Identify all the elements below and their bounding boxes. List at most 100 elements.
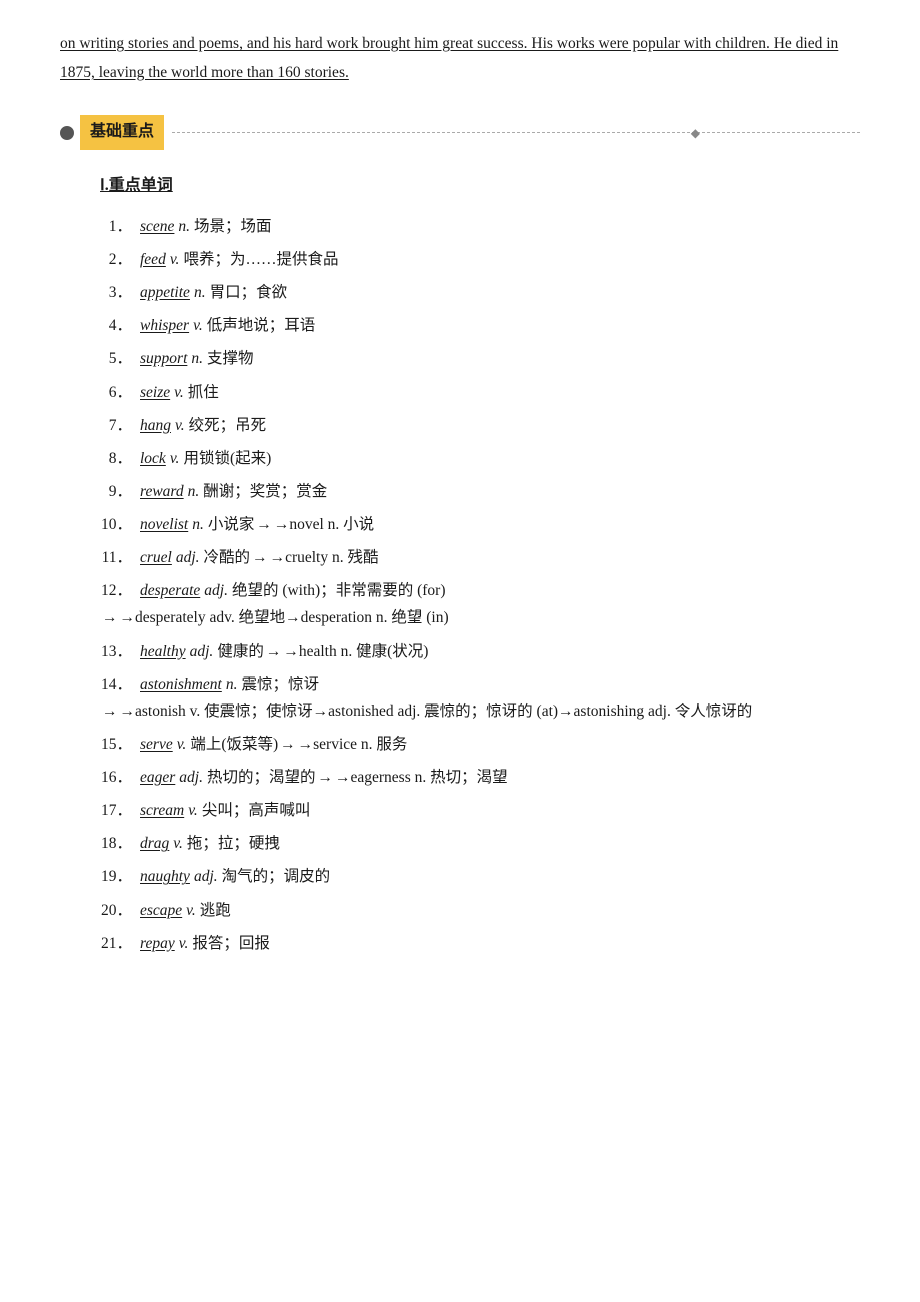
vocab-list: 1． scene n. 场景；场面 2． feed v. 喂养；为……提供食品 3．… <box>100 213 860 957</box>
vocab-num: 6． <box>100 379 132 406</box>
vocab-def: 喂养；为……提供食品 <box>183 246 338 273</box>
vocab-pos: v. <box>170 445 180 472</box>
vocab-pos: n. <box>188 478 200 505</box>
vocab-word: scream <box>140 797 184 824</box>
vocab-word: seize <box>140 379 170 406</box>
vocab-num: 5． <box>100 345 132 372</box>
vocab-item: 14． astonishment n. 震惊；惊讶 →→astonish v. … <box>100 671 860 725</box>
vocab-def: 抓住 <box>188 379 219 406</box>
vocab-word: serve <box>140 731 173 758</box>
vocab-item: 6． seize v. 抓住 <box>100 379 860 406</box>
vocab-extra: →novel n. 小说 <box>274 511 374 538</box>
vocab-num: 1． <box>100 213 132 240</box>
vocab-def: 拖；拉；硬拽 <box>187 830 280 857</box>
vocab-pos: adj. <box>194 863 218 890</box>
vocab-item: 19． naughty adj. 淘气的；调皮的 <box>100 863 860 890</box>
vocab-num: 3． <box>100 279 132 306</box>
vocab-num: 12． <box>100 577 132 604</box>
vocab-item: 3． appetite n. 胃口；食欲 <box>100 279 860 306</box>
vocab-pos: adj. <box>179 764 203 791</box>
vocab-item: 20． escape v. 逃跑 <box>100 897 860 924</box>
vocab-word: lock <box>140 445 166 472</box>
vocab-pos: v. <box>170 246 180 273</box>
vocab-pos: v. <box>174 379 184 406</box>
vocab-pos: v. <box>177 731 187 758</box>
vocab-num: 20． <box>100 897 132 924</box>
arrow-icon: → <box>318 764 334 791</box>
vocab-item: 8． lock v. 用锁锁(起来) <box>100 445 860 472</box>
vocab-item: 15． serve v. 端上(饭菜等)→→service n. 服务 <box>100 731 860 758</box>
vocab-pos: v. <box>179 930 189 957</box>
vocab-pos: v. <box>173 830 183 857</box>
vocab-num: 16． <box>100 764 132 791</box>
vocab-pos: adj. <box>190 638 214 665</box>
vocab-def: 低声地说；耳语 <box>207 312 316 339</box>
vocab-word: hang <box>140 412 171 439</box>
vocab-extra: →eagerness n. 热切；渴望 <box>335 764 508 791</box>
vocab-pos: n. <box>192 511 204 538</box>
vocab-word: escape <box>140 897 182 924</box>
vocab-num: 17． <box>100 797 132 824</box>
section-title: 基础重点 <box>80 115 164 150</box>
vocab-def: 淘气的；调皮的 <box>222 863 331 890</box>
vocab-word: whisper <box>140 312 189 339</box>
vocab-word: eager <box>140 764 175 791</box>
vocab-def: 尖叫；高声喊叫 <box>202 797 311 824</box>
vocab-item: 21． repay v. 报答；回报 <box>100 930 860 957</box>
vocab-word: cruel <box>140 544 172 571</box>
vocab-item: 17． scream v. 尖叫；高声喊叫 <box>100 797 860 824</box>
vocab-pos: adj. <box>176 544 200 571</box>
vocab-item: 10． novelist n. 小说家→→novel n. 小说 <box>100 511 860 538</box>
vocab-num: 2． <box>100 246 132 273</box>
arrow-icon: → <box>256 511 272 538</box>
vocab-pos: v. <box>175 412 185 439</box>
vocab-word: feed <box>140 246 166 273</box>
arrow-icon: → <box>266 638 282 665</box>
vocab-item: 13． healthy adj. 健康的→→health n. 健康(状况) <box>100 638 860 665</box>
vocab-def: 胃口；食欲 <box>210 279 288 306</box>
vocab-def: 震惊；惊讶 <box>241 671 319 698</box>
vocab-def: 冷酷的 <box>204 544 251 571</box>
vocab-word: appetite <box>140 279 190 306</box>
vocab-word: astonishment <box>140 671 222 698</box>
vocab-def: 小说家 <box>208 511 255 538</box>
vocab-word: support <box>140 345 187 372</box>
vocab-def: 报答；回报 <box>192 930 270 957</box>
vocab-num: 4． <box>100 312 132 339</box>
section-dot-icon <box>60 126 74 140</box>
vocab-item: 7． hang v. 绞死；吊死 <box>100 412 860 439</box>
vocab-pos: v. <box>188 797 198 824</box>
vocab-pos: adj. <box>204 577 228 604</box>
vocab-extra: →→desperately adv. 绝望地→desperation n. 绝望… <box>100 604 860 631</box>
vocab-word: healthy <box>140 638 186 665</box>
vocab-extra: →health n. 健康(状况) <box>283 638 428 665</box>
vocab-word: desperate <box>140 577 200 604</box>
vocab-def: 酬谢；奖赏；赏金 <box>203 478 327 505</box>
vocab-word: drag <box>140 830 169 857</box>
vocab-def: 场景；场面 <box>194 213 272 240</box>
vocab-extra: →cruelty n. 残酷 <box>270 544 379 571</box>
section-divider <box>172 132 860 133</box>
vocab-extra: →→astonish v. 使震惊；使惊讶→astonished adj. 震惊… <box>100 698 860 725</box>
vocab-heading: Ⅰ.重点单词 <box>100 172 860 201</box>
vocab-def: 绞死；吊死 <box>189 412 267 439</box>
vocab-def: 支撑物 <box>207 345 254 372</box>
vocab-def: 绝望的 (with)；非常需要的 (for) <box>232 577 446 604</box>
vocab-num: 13． <box>100 638 132 665</box>
vocab-item: 12． desperate adj. 绝望的 (with)；非常需要的 (for… <box>100 577 860 631</box>
vocab-word: repay <box>140 930 175 957</box>
vocab-def: 健康的 <box>217 638 264 665</box>
vocab-pos: n. <box>194 279 206 306</box>
vocab-pos: n. <box>178 213 190 240</box>
vocab-pos: v. <box>186 897 196 924</box>
section-header: 基础重点 <box>60 115 860 150</box>
vocab-num: 15． <box>100 731 132 758</box>
vocab-num: 11． <box>100 544 132 571</box>
vocab-item: 18． drag v. 拖；拉；硬拽 <box>100 830 860 857</box>
vocab-item: 2． feed v. 喂养；为……提供食品 <box>100 246 860 273</box>
vocab-pos: n. <box>226 671 238 698</box>
vocab-item: 1． scene n. 场景；场面 <box>100 213 860 240</box>
vocab-pos: n. <box>191 345 203 372</box>
vocab-word: naughty <box>140 863 190 890</box>
vocab-item: 16． eager adj. 热切的；渴望的→→eagerness n. 热切；… <box>100 764 860 791</box>
